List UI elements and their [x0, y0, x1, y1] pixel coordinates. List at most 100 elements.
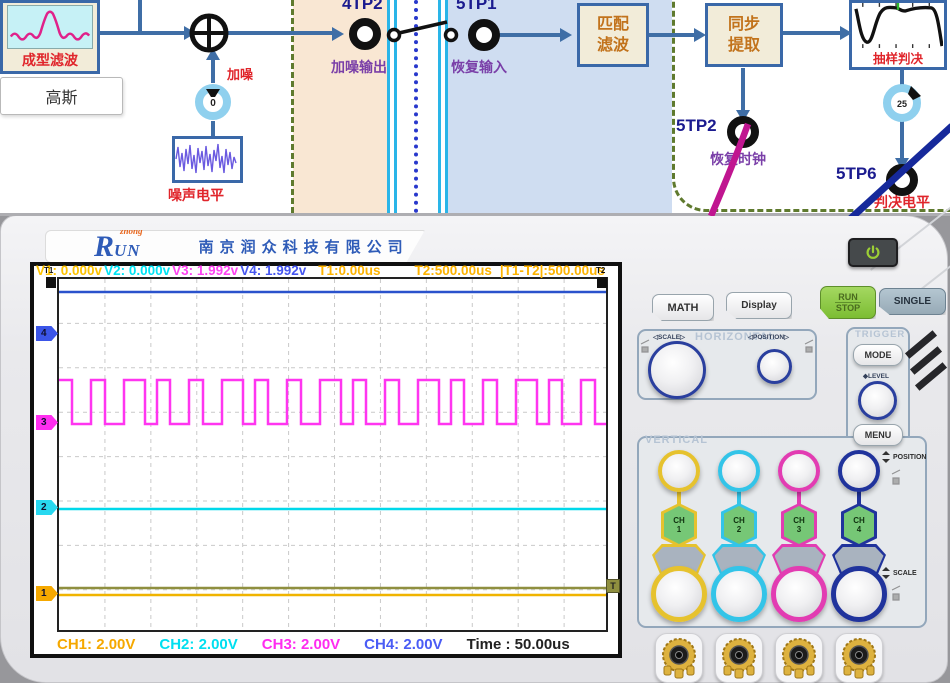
cable-line [438, 0, 441, 213]
tp-5tp1-label: 5TP1 [456, 0, 497, 14]
ch2-position-knob[interactable] [718, 450, 760, 492]
ch1-button-label-1: CH [673, 516, 685, 525]
tp-4tp2-desc: 加噪输出 [331, 57, 387, 77]
measurement-row: V1: 0.000v V2: 0.000v V3: 1.992v V4: 1.9… [36, 263, 620, 278]
pulse-type-value: 高斯 [45, 84, 77, 108]
power-button[interactable] [848, 238, 898, 267]
trigger-level-knob[interactable] [858, 381, 897, 420]
tp-5tp2-label: 5TP2 [676, 116, 717, 136]
ch2-button-label-1: CH [733, 516, 745, 525]
ch1-scale: CH1: 2.00V [57, 636, 135, 653]
ch4-bnc-connector[interactable] [835, 633, 883, 683]
ch1-bnc-connector[interactable] [655, 633, 703, 683]
ch4-button-label-1: CH [853, 516, 865, 525]
sampler-label: 抽样判决 [873, 48, 923, 67]
ch3-bnc-connector[interactable] [775, 633, 823, 683]
scope-top-edge [0, 213, 950, 216]
horizontal-scale-knob-label: ◁SCALE▷ [653, 333, 685, 341]
matched-filter-label-1: 匹配 [597, 14, 629, 35]
noise-waveform-icon [175, 139, 238, 178]
scope-header: RUN zhong 南京润众科技有限公司 [45, 230, 425, 263]
ch2-button[interactable]: CH2 [721, 503, 757, 547]
vertical-section-label: VERTICAL [645, 434, 708, 446]
add-noise-label: 加噪 [227, 64, 253, 83]
trigger-section-label: TRIGGER [855, 329, 905, 340]
ch4-button[interactable]: CH4 [841, 503, 877, 547]
block-noise-source [172, 136, 243, 183]
diagram-region-noise [293, 0, 389, 213]
ch2-button-label-2: 2 [737, 525, 741, 534]
press-turn-icon [890, 584, 902, 606]
cursor-t1-label: T1 [44, 266, 53, 275]
tp-5tp6-desc: 判决电平 [874, 192, 930, 212]
horizontal-position-knob-label: ◁POSITION▷ [748, 333, 789, 341]
cursor-t2-label: T2 [596, 266, 605, 275]
dashed-boundary-line [291, 0, 294, 213]
meas-v2: V2: 0.000v [104, 263, 170, 278]
trigger-menu-button[interactable]: MENU [853, 424, 903, 446]
cursor-t2-handle[interactable] [597, 277, 607, 288]
horizontal-position-knob[interactable] [757, 349, 792, 384]
press-turn-icon [639, 338, 651, 354]
arrowhead [184, 26, 196, 40]
trigger-mode-button[interactable]: MODE [853, 344, 903, 366]
menu-button-label: MENU [865, 430, 892, 440]
sync-extract-label-1: 同步 [728, 14, 760, 35]
arrowhead [206, 48, 220, 60]
trace-ch3 [59, 380, 608, 424]
meas-v4: V4: 1.992v [240, 263, 306, 278]
math-button[interactable]: MATH [652, 294, 714, 321]
ch3-button[interactable]: CH3 [781, 503, 817, 547]
bnc-icon [718, 636, 760, 680]
timebase-readout: Time : 50.00us [467, 636, 570, 653]
updown-icon [882, 567, 890, 579]
ch4-button-label-2: 4 [857, 525, 861, 534]
ch4-scale: CH4: 2.00V [364, 636, 442, 653]
trigger-level-marker[interactable]: T [606, 579, 620, 593]
single-button[interactable]: SINGLE [879, 288, 946, 315]
flag-num: 2 [41, 502, 47, 513]
ch3-scale-knob[interactable] [771, 566, 827, 622]
cable-line [445, 0, 448, 213]
ch1-button[interactable]: CH1 [661, 503, 697, 547]
run-stop-button[interactable]: RUN STOP [820, 286, 876, 319]
meas-t2: T2:500.00us [415, 263, 492, 278]
ch2-bnc-connector[interactable] [715, 633, 763, 683]
ch1-position-knob[interactable] [658, 450, 700, 492]
single-button-label: SINGLE [894, 296, 931, 307]
ch2-scale-knob[interactable] [711, 566, 767, 622]
tp-5tp2-desc: 恢复时钟 [710, 149, 766, 169]
bnc-icon [838, 636, 880, 680]
meas-t1t2: |T1-T2|:500.00us [500, 263, 605, 278]
ch1-button-label-2: 1 [677, 525, 681, 534]
display-button[interactable]: Display [726, 292, 792, 319]
logo-r: R [94, 230, 114, 263]
bnc-icon [778, 636, 820, 680]
vertical-position-label: POSITION [882, 451, 926, 463]
ch4-scale-knob[interactable] [831, 566, 887, 622]
company-name: 南京润众科技有限公司 [199, 236, 409, 257]
display-button-label: Display [741, 300, 777, 311]
noise-level-knob[interactable]: 0 [199, 88, 227, 116]
ch2-scale: CH2: 2.00V [159, 636, 237, 653]
meas-v3: V3: 1.992v [172, 263, 238, 278]
horizontal-scale-knob[interactable] [648, 341, 706, 399]
ch3-scale: CH3: 2.00V [262, 636, 340, 653]
sinc-pulse-icon [7, 5, 93, 49]
ch3-button-label-2: 3 [797, 525, 801, 534]
app-window: 成型滤波 高斯 噪声电平 匹配 滤波 同步 提取 抽样判决 加噪 4TP2 5T… [0, 0, 950, 683]
adder-symbol [192, 16, 226, 50]
waveform-grid [57, 277, 608, 632]
ch3-position-knob[interactable] [778, 450, 820, 492]
ch1-scale-knob[interactable] [651, 566, 707, 622]
cursor-t1-handle[interactable] [46, 277, 56, 288]
mode-button-label: MODE [865, 350, 892, 360]
run-label: RUN [835, 292, 861, 303]
logo-un: UN [114, 241, 141, 260]
flag-num: 4 [41, 328, 47, 339]
ch4-position-knob[interactable] [838, 450, 880, 492]
pulse-type-dropdown[interactable]: 高斯 [0, 77, 123, 115]
trigger-level-label: ◆LEVEL [863, 372, 889, 380]
block-sync-extract: 同步 提取 [705, 3, 783, 67]
block-matched-filter: 匹配 滤波 [577, 3, 649, 67]
